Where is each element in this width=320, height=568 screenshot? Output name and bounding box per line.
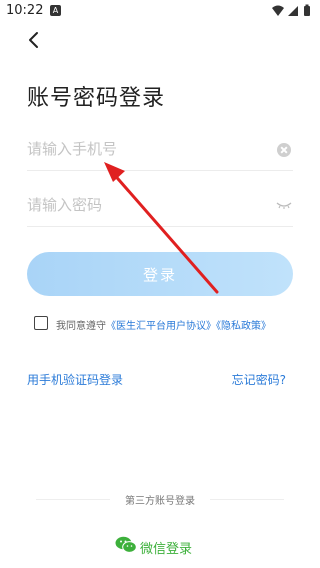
status-icons	[272, 4, 310, 16]
agree-checkbox[interactable]	[34, 316, 48, 330]
back-arrow-icon[interactable]	[22, 28, 46, 52]
phone-input[interactable]	[27, 130, 267, 168]
wifi-icon	[272, 5, 284, 16]
agreement-row: 我同意遵守《医生汇平台用户协议》《隐私政策》	[34, 316, 304, 334]
login-button[interactable]: 登录	[27, 252, 293, 296]
agreement-text: 我同意遵守《医生汇平台用户协议》《隐私政策》	[56, 317, 271, 332]
page-title: 账号密码登录	[27, 86, 166, 111]
notification-a-icon: A	[50, 5, 61, 16]
privacy-policy-link[interactable]: 《隐私政策》	[216, 321, 271, 332]
user-agreement-link[interactable]: 《医生汇平台用户协议》	[106, 321, 216, 332]
phone-field	[27, 130, 293, 171]
eye-closed-icon[interactable]	[275, 199, 293, 211]
wechat-login-label: 微信登录	[140, 542, 193, 557]
battery-icon	[304, 4, 310, 16]
third-party-divider: 第三方账号登录	[0, 492, 320, 508]
clear-icon[interactable]	[277, 143, 291, 157]
agreement-prefix: 我同意遵守	[56, 321, 106, 332]
status-bar: 10:22 A	[0, 0, 320, 22]
password-field	[27, 186, 293, 227]
forgot-password-link[interactable]: 忘记密码?	[232, 371, 286, 388]
divider-line	[210, 499, 284, 500]
sms-login-link[interactable]: 用手机验证码登录	[27, 371, 123, 388]
status-time: 10:22	[6, 3, 44, 18]
password-input[interactable]	[27, 186, 267, 224]
wechat-icon	[115, 536, 137, 553]
signal-icon	[288, 6, 298, 16]
